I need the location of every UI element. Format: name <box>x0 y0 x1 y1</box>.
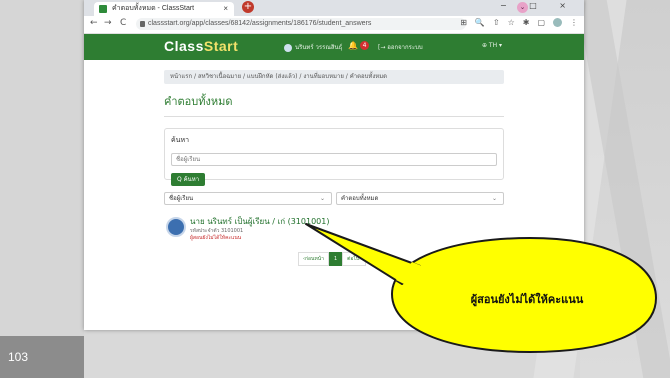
profile-avatar[interactable] <box>553 18 562 27</box>
forward-icon[interactable]: → <box>104 18 112 28</box>
browser-tab[interactable]: คำตอบทั้งหมด - ClassStart × <box>94 2 234 16</box>
pagination-prev[interactable]: ‹ก่อนหน้า <box>298 252 329 266</box>
classstart-logo[interactable]: ClassStart <box>164 38 238 54</box>
nav-user-name: นรินทร์ วรรณสินธุ์ <box>295 44 343 51</box>
browser-window: คำตอบทั้งหมด - ClassStart × + ⌄ − □ × ← … <box>84 0 584 330</box>
site-navbar: ClassStart นรินทร์ วรรณสินธุ์ 🔔 4 [→ ออก… <box>84 34 584 60</box>
sidebar-icon[interactable]: ▢ <box>537 18 545 27</box>
logout-link[interactable]: [→ ออกจากระบบ <box>378 42 423 52</box>
callout-text: ผู้สอนยังไม่ได้ให้คะแนน <box>470 293 584 306</box>
student-filter-select[interactable]: ชื่อผู้เรียน ⌄ <box>164 192 332 205</box>
reload-icon[interactable]: C <box>120 18 126 28</box>
student-filter-value: ชื่อผู้เรียน <box>169 195 194 202</box>
back-icon[interactable]: ← <box>90 18 98 28</box>
search-input[interactable] <box>171 153 497 166</box>
classstart-favicon-icon <box>99 5 107 13</box>
search-button[interactable]: Q ค้นหา <box>171 172 206 186</box>
bookmark-star-icon[interactable]: ☆ <box>508 18 515 27</box>
address-bar[interactable]: classstart.org/app/classes/68142/assignm… <box>136 18 466 30</box>
address-url: classstart.org/app/classes/68142/assignm… <box>148 20 372 27</box>
share-icon[interactable]: ⇧ <box>493 18 500 27</box>
filter-row: ชื่อผู้เรียน ⌄ คำตอบทั้งหมด ⌄ <box>164 192 504 205</box>
search-card: ค้นหา Q ค้นหา <box>164 128 504 186</box>
answer-filter-value: คำตอบทั้งหมด <box>341 195 379 202</box>
page-title: คำตอบทั้งหมด <box>164 92 504 117</box>
translate-icon[interactable]: ⊞ <box>460 18 467 27</box>
chevron-down-icon: ⌄ <box>319 195 325 202</box>
chevron-down-icon: ⌄ <box>491 195 497 202</box>
pagination-page-1[interactable]: 1 <box>328 252 343 266</box>
language-menu[interactable]: ⊕ TH ▾ <box>482 42 502 49</box>
brand-text-start: Start <box>203 38 239 54</box>
notification-badge: 4 <box>360 41 369 50</box>
grading-status: ผู้สอนยังไม่ได้ให้คะแนน <box>190 235 242 241</box>
new-tab-button[interactable]: + <box>242 1 254 13</box>
slide-left-panel <box>0 0 84 378</box>
menu-kebab-icon[interactable]: ⋮ <box>570 18 578 27</box>
search-label: ค้นหา <box>171 136 190 144</box>
bell-icon[interactable]: 🔔 <box>348 41 358 50</box>
tab-bar: คำตอบทั้งหมด - ClassStart × + ⌄ − □ × <box>84 0 584 16</box>
nav-user-menu[interactable]: นรินทร์ วรรณสินธุ์ <box>284 42 342 52</box>
zoom-icon[interactable]: 🔍 <box>475 18 485 27</box>
toolbar-icons: ⊞ 🔍 ⇧ ☆ ✱ ▢ ⋮ <box>452 18 578 27</box>
breadcrumb[interactable]: หน้าแรก / สหวิชาเนื้อฉมาย / แบบฝึกหัด (ส… <box>164 70 504 84</box>
close-window-icon[interactable]: × <box>559 1 576 10</box>
brand-text-class: Class <box>164 38 204 54</box>
maximize-icon[interactable]: □ <box>529 1 547 10</box>
answer-filter-select[interactable]: คำตอบทั้งหมด ⌄ <box>336 192 504 205</box>
slide-number: 103 <box>8 350 29 364</box>
minimize-icon[interactable]: − <box>500 1 517 10</box>
extensions-icon[interactable]: ✱ <box>523 18 530 27</box>
lock-icon <box>140 21 145 27</box>
main-content: หน้าแรก / สหวิชาเนื้อฉมาย / แบบฝึกหัด (ส… <box>164 70 504 247</box>
tab-title: คำตอบทั้งหมด - ClassStart <box>112 5 195 12</box>
student-answer-item: นาย นรินทร์ เป็นผู้เรียน / เก่ (3101001)… <box>164 215 504 247</box>
close-tab-icon[interactable]: × <box>223 2 228 16</box>
window-controls: − □ × <box>500 1 576 10</box>
user-avatar <box>284 43 292 52</box>
browser-toolbar: ← → C classstart.org/app/classes/68142/a… <box>84 16 584 34</box>
pagination-next[interactable]: ต่อไป› <box>342 252 367 266</box>
pagination: ‹ก่อนหน้า 1 ต่อไป› <box>298 252 367 266</box>
student-avatar <box>166 217 186 237</box>
